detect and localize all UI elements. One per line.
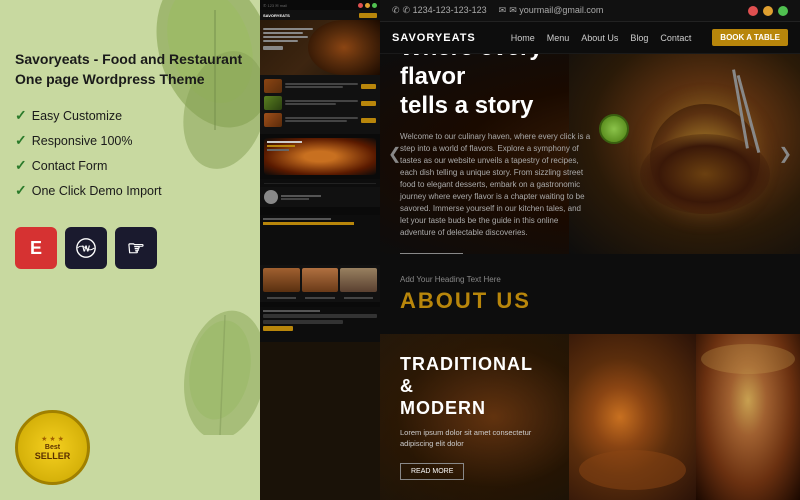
preview-testimonial	[260, 187, 380, 207]
wordpress-icon: W	[65, 227, 107, 269]
check-icon: ✓	[15, 157, 27, 174]
check-icon: ✓	[15, 107, 27, 124]
svg-text:W: W	[82, 245, 90, 254]
book-table-button[interactable]: BOOK A TABLE	[712, 29, 788, 46]
site-logo: SAVORYEATS	[392, 32, 476, 44]
yellow-dot	[763, 6, 773, 16]
navbar: SAVORYEATS Home Menu About Us Blog Conta…	[380, 22, 800, 54]
email-info: ✉ ✉ yourmail@gmail.com	[499, 5, 604, 16]
preview-team	[260, 265, 380, 295]
preview-menu	[260, 75, 380, 134]
window-controls	[748, 6, 788, 16]
theme-title: Savoryeats - Food and Restaurant One pag…	[15, 50, 242, 89]
feature-item: ✓Easy Customize	[15, 107, 162, 124]
middle-preview-panel: ✆ 123 ✉ mail SAVORYEATS	[260, 0, 380, 500]
topbar: ✆ ✆ 1234-123-123-123 ✉ ✉ yourmail@gmail.…	[380, 0, 800, 22]
touch-icon: ☞	[115, 227, 157, 269]
about-subtitle: Add Your Heading Text Here	[400, 275, 780, 284]
hero-cta-button[interactable]: Click Here	[400, 253, 463, 254]
phone-info: ✆ ✆ 1234-123-123-123	[392, 5, 487, 16]
traditional-images	[569, 334, 800, 500]
green-dot	[778, 6, 788, 16]
preview-reservation	[260, 307, 380, 342]
preview-nav: SAVORYEATS	[260, 10, 380, 20]
preview-team-labels	[260, 295, 380, 302]
email-icon: ✉	[499, 5, 507, 16]
features-list: ✓Easy Customize ✓Responsive 100% ✓Contac…	[15, 107, 162, 207]
hero-title: Where every flavor tells a story	[400, 54, 591, 121]
feature-item: ✓Responsive 100%	[15, 132, 162, 149]
phone-icon: ✆	[392, 5, 400, 16]
hero-next-arrow[interactable]: ❯	[779, 144, 792, 164]
right-main-panel: ✆ ✆ 1234-123-123-123 ✉ ✉ yourmail@gmail.…	[380, 0, 800, 500]
food-photo-left	[569, 334, 696, 500]
traditional-title: TRADITIONAL & MODERN	[400, 354, 549, 419]
check-icon: ✓	[15, 132, 27, 149]
preview-hero	[260, 20, 380, 75]
red-dot	[748, 6, 758, 16]
plugin-icons-group: E W ☞	[15, 227, 157, 269]
preview-text	[263, 28, 313, 50]
hero-section: Where every flavor tells a story Welcome…	[380, 54, 800, 254]
left-panel: Savoryeats - Food and Restaurant One pag…	[0, 0, 260, 500]
nav-menu[interactable]: Menu	[547, 33, 570, 43]
leaf-decoration-bottom	[165, 305, 260, 440]
check-icon: ✓	[15, 182, 27, 199]
nav-contact[interactable]: Contact	[660, 33, 691, 43]
food-photo-right	[696, 334, 800, 500]
best-seller-badge: ★ ★ ★ Best SELLER	[15, 410, 90, 485]
feature-item: ✓One Click Demo Import	[15, 182, 162, 199]
hero-content: Where every flavor tells a story Welcome…	[380, 54, 611, 254]
about-title: ABOUT US	[400, 288, 780, 314]
read-more-button[interactable]: READ MORE	[400, 463, 464, 480]
preview-about	[260, 215, 380, 265]
nav-blog[interactable]: Blog	[630, 33, 648, 43]
preview-food-img	[308, 20, 380, 75]
about-section: Add Your Heading Text Here ABOUT US	[380, 254, 800, 334]
elementor-icon: E	[15, 227, 57, 269]
bowl-shape	[640, 134, 770, 214]
feature-item: ✓Contact Form	[15, 157, 162, 174]
hero-subtitle: Welcome to our culinary haven, where eve…	[400, 131, 591, 239]
nav-about[interactable]: About Us	[581, 33, 618, 43]
preview-special	[260, 134, 380, 179]
nav-links: Home Menu About Us Blog Contact	[511, 33, 692, 43]
preview-divider	[260, 179, 380, 187]
traditional-content: TRADITIONAL & MODERN Lorem ipsum dolor s…	[380, 334, 569, 500]
traditional-desc: Lorem ipsum dolor sit amet consectetur a…	[400, 427, 549, 450]
hero-prev-arrow[interactable]: ❮	[388, 144, 401, 164]
preview-topbar: ✆ 123 ✉ mail	[260, 0, 380, 10]
nav-home[interactable]: Home	[511, 33, 535, 43]
traditional-section: TRADITIONAL & MODERN Lorem ipsum dolor s…	[380, 334, 800, 500]
